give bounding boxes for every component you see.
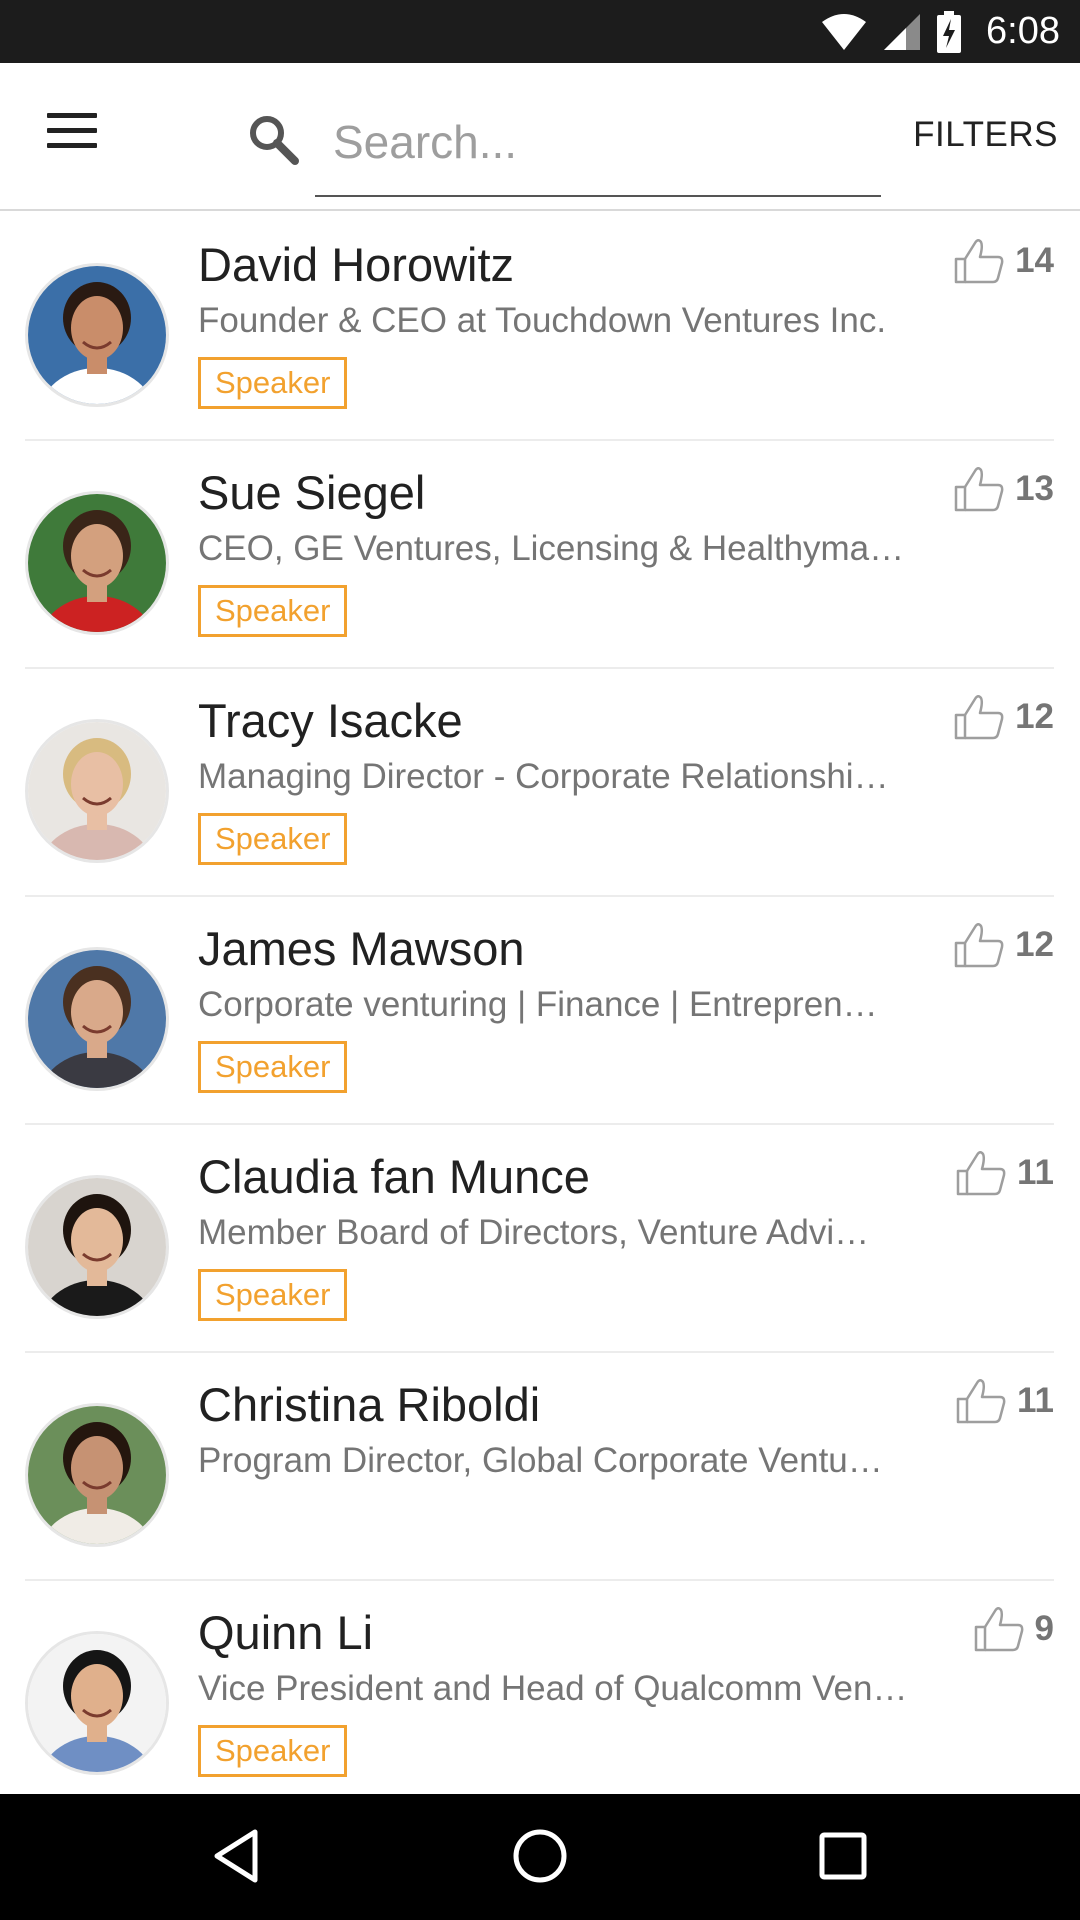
speaker-list-screen: 6:08 FILTERS David Horowitz Founder & CEO…	[0, 0, 1080, 1920]
filters-button[interactable]: FILTERS	[913, 115, 1058, 155]
status-time: 6:08	[986, 10, 1060, 52]
thumbs-up-icon	[956, 1379, 1006, 1424]
like-button[interactable]: 12	[953, 921, 1054, 969]
like-button[interactable]: 12	[953, 693, 1054, 741]
speaker-name: Tracy Isacke	[198, 694, 463, 747]
like-button[interactable]: 11	[955, 1377, 1054, 1425]
like-count: 14	[1015, 241, 1054, 280]
speaker-row[interactable]: David Horowitz Founder & CEO at Touchdown…	[25, 213, 1054, 441]
speaker-title: Managing Director - Corporate Relationsh…	[198, 757, 889, 796]
like-count: 12	[1015, 697, 1054, 736]
avatar	[25, 1175, 169, 1319]
speaker-badge: Speaker	[198, 357, 348, 409]
speaker-title: Vice President and Head of Qualcomm Ven…	[198, 1669, 908, 1708]
speaker-row[interactable]: Claudia fan Munce Member Board of Directo…	[25, 1125, 1054, 1353]
speaker-title: Founder & CEO at Touchdown Ventures Inc.	[198, 301, 887, 340]
recents-square-icon[interactable]	[811, 1824, 875, 1888]
speaker-name: Sue Siegel	[198, 466, 426, 519]
back-triangle-icon[interactable]	[205, 1824, 269, 1888]
search-bar	[245, 93, 885, 197]
status-icons: 6:08	[820, 0, 1060, 63]
speaker-row[interactable]: James Mawson Corporate venturing | Financ…	[25, 897, 1054, 1125]
battery-charging-icon	[937, 10, 962, 53]
speaker-row[interactable]: Quinn Li Vice President and Head of Qualc…	[25, 1581, 1054, 1809]
like-count: 11	[1017, 1381, 1054, 1420]
like-count: 9	[1034, 1609, 1054, 1648]
thumbs-up-icon	[954, 923, 1004, 968]
like-button[interactable]: 9	[973, 1605, 1054, 1653]
thumbs-up-icon	[954, 695, 1004, 740]
wifi-icon	[822, 13, 867, 50]
thumbs-up-icon	[974, 1607, 1023, 1652]
speaker-name: Claudia fan Munce	[198, 1150, 590, 1203]
like-count: 13	[1015, 469, 1054, 508]
like-button[interactable]: 13	[953, 465, 1054, 513]
speaker-badge: Speaker	[198, 1041, 348, 1093]
avatar	[25, 263, 169, 407]
search-icon	[250, 116, 299, 165]
speaker-title: CEO, GE Ventures, Licensing & Healthyma…	[198, 529, 905, 568]
speaker-name: David Horowitz	[198, 238, 515, 291]
avatar	[25, 1631, 169, 1775]
avatar	[25, 947, 169, 1091]
speaker-badge: Speaker	[198, 585, 348, 637]
speaker-title: Corporate venturing | Finance | Entrepre…	[198, 985, 878, 1024]
menu-icon	[42, 113, 102, 148]
speaker-row[interactable]: Sue Siegel CEO, GE Ventures, Licensing & …	[25, 441, 1054, 669]
speaker-badge: Speaker	[198, 813, 348, 865]
top-app-bar: FILTERS	[0, 63, 1080, 211]
thumbs-up-icon	[954, 467, 1004, 512]
avatar	[25, 1403, 169, 1547]
avatar	[25, 491, 169, 635]
home-circle-icon[interactable]	[508, 1824, 572, 1888]
thumbs-up-icon	[954, 239, 1004, 284]
like-button[interactable]: 11	[955, 1149, 1054, 1197]
speaker-title: Program Director, Global Corporate Ventu…	[198, 1441, 883, 1480]
menu-button[interactable]	[42, 113, 102, 161]
speaker-badge: Speaker	[198, 1269, 348, 1321]
avatar	[25, 719, 169, 863]
speaker-title: Member Board of Directors, Venture Advi…	[198, 1213, 870, 1252]
thumbs-up-icon	[956, 1151, 1006, 1196]
navigation-bar	[0, 1794, 1080, 1920]
speaker-row[interactable]: Tracy Isacke Managing Director - Corporat…	[25, 669, 1054, 897]
status-bar: 6:08	[0, 0, 1080, 63]
cell-signal-icon	[884, 13, 921, 50]
speaker-badge: Speaker	[198, 1725, 348, 1777]
speaker-row[interactable]: Christina Riboldi Program Director, Globa…	[25, 1353, 1054, 1581]
speaker-name: James Mawson	[198, 922, 525, 975]
like-button[interactable]: 14	[953, 237, 1054, 285]
search-input[interactable]	[315, 93, 881, 197]
speaker-name: Christina Riboldi	[198, 1378, 541, 1431]
like-count: 11	[1017, 1153, 1054, 1192]
like-count: 12	[1015, 925, 1054, 964]
speaker-name: Quinn Li	[198, 1606, 374, 1659]
speaker-list: David Horowitz Founder & CEO at Touchdown…	[0, 213, 1080, 1809]
